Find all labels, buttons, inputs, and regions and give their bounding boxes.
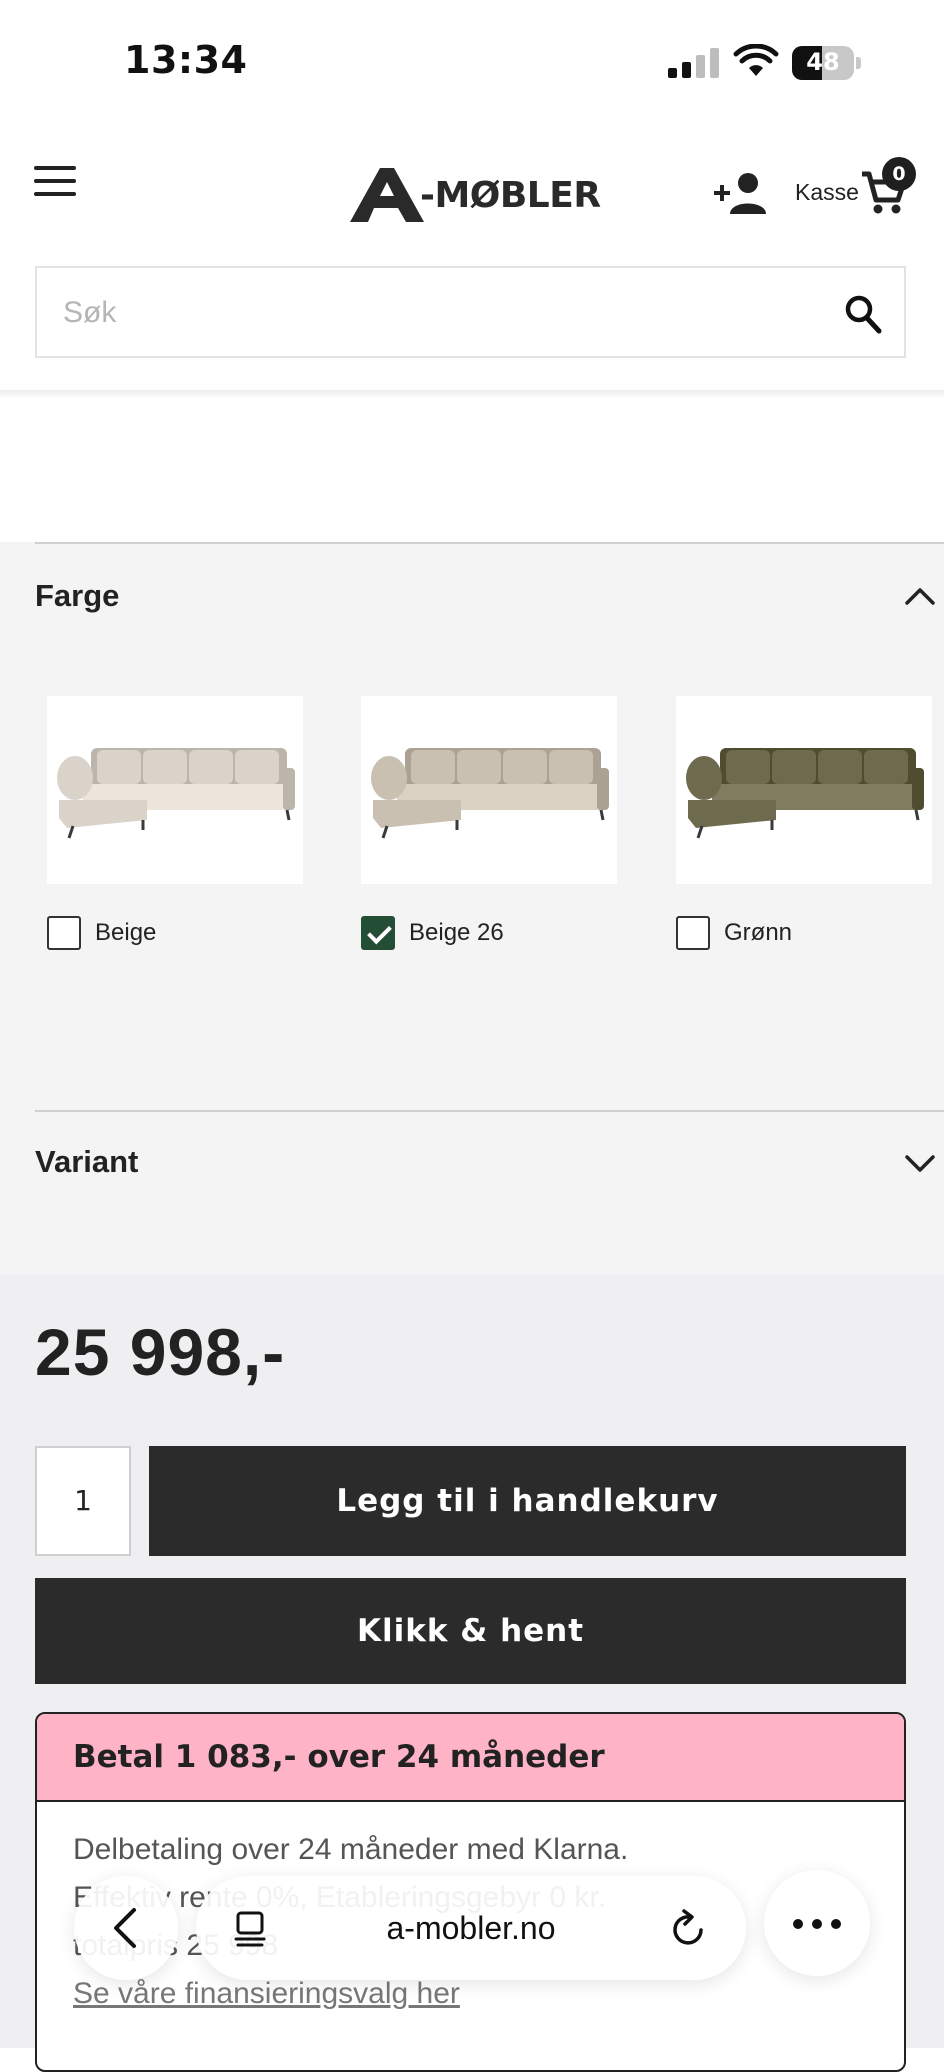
- sofa-leg: [599, 809, 605, 821]
- cellular-signal-icon: [668, 48, 719, 78]
- search-input[interactable]: [61, 288, 825, 338]
- financing-heading: Betal 1 083,- over 24 måneder: [37, 1714, 904, 1802]
- checkbox[interactable]: [361, 916, 395, 950]
- sofa-cushion: [818, 750, 862, 784]
- sofa-cushion: [457, 750, 501, 784]
- sofa-arm: [283, 768, 295, 810]
- checkbox[interactable]: [47, 916, 81, 950]
- sofa-leg: [696, 825, 704, 839]
- battery-percent: 48: [806, 48, 840, 76]
- battery-icon: 48: [792, 46, 862, 80]
- browser-address-bar[interactable]: a-mobler.no: [196, 1876, 746, 1980]
- section-divider: [35, 1110, 944, 1112]
- colour-option-beige-26[interactable]: Beige 26: [361, 916, 504, 950]
- sofa-cushion: [772, 750, 816, 784]
- sofa-cushion: [864, 750, 908, 784]
- sofa-cushion: [143, 750, 187, 784]
- sofa-pillow: [686, 756, 722, 800]
- search-bar: [35, 266, 906, 358]
- browser-url[interactable]: a-mobler.no: [196, 1876, 746, 1980]
- sofa-cushion: [503, 750, 547, 784]
- header-shadow: [0, 390, 944, 398]
- more-dots-icon: [793, 1919, 841, 1929]
- colour-option-beige[interactable]: Beige: [47, 916, 156, 950]
- colour-swatch-gronn[interactable]: [676, 696, 932, 884]
- sofa-arm: [912, 768, 924, 810]
- sofa-cushion: [189, 750, 233, 784]
- sofa-chaise: [59, 800, 147, 828]
- sofa-chaise: [373, 800, 461, 828]
- checkout-link[interactable]: Kasse: [795, 179, 859, 206]
- cart-count-badge: 0: [882, 157, 916, 191]
- browser-back-button[interactable]: [74, 1876, 178, 1980]
- browser-more-button[interactable]: [764, 1870, 870, 1976]
- colour-swatch-beige-26[interactable]: [361, 696, 617, 884]
- sofa-leg: [914, 809, 920, 821]
- checkbox[interactable]: [676, 916, 710, 950]
- sofa-cushion: [549, 750, 593, 784]
- section-divider: [35, 542, 944, 544]
- sofa-leg: [381, 825, 389, 839]
- colour-option-label: Beige 26: [409, 919, 504, 946]
- quantity-input[interactable]: 1: [35, 1446, 131, 1556]
- sofa-cushion: [411, 750, 455, 784]
- variant-title[interactable]: Variant: [35, 1144, 138, 1180]
- search-icon[interactable]: [844, 294, 882, 334]
- status-time: 13:34: [124, 38, 248, 82]
- chevron-down-icon[interactable]: [904, 1154, 936, 1174]
- hamburger-menu-icon[interactable]: [34, 166, 76, 198]
- add-user-icon[interactable]: [712, 170, 768, 216]
- product-price: 25 998,-: [35, 1315, 286, 1389]
- logo-text: -MØBLER: [420, 174, 601, 216]
- wifi-icon: [733, 44, 779, 76]
- colour-swatch-beige[interactable]: [47, 696, 303, 884]
- click-and-collect-button[interactable]: Klikk & hent: [35, 1578, 906, 1684]
- add-to-cart-button[interactable]: Legg til i handlekurv: [149, 1446, 906, 1556]
- sofa-leg: [67, 825, 75, 839]
- colour-option-label: Beige: [95, 919, 157, 946]
- chevron-up-icon[interactable]: [904, 586, 936, 606]
- sofa-cushion: [97, 750, 141, 784]
- colour-option-gronn[interactable]: Grønn: [676, 916, 792, 950]
- reload-icon[interactable]: [668, 1908, 708, 1950]
- colour-filter-title: Farge: [35, 578, 120, 613]
- sofa-pillow: [57, 756, 93, 800]
- financing-text: Delbetaling over 24 måneder med Klarna.: [73, 1833, 629, 1866]
- colour-filter-section: Farge Beige Beige 26 Grønn Variant: [0, 542, 944, 1274]
- colour-option-label: Grønn: [724, 919, 793, 946]
- sofa-chaise: [688, 800, 776, 828]
- sofa-leg: [285, 809, 291, 821]
- chevron-left-icon: [114, 1908, 136, 1948]
- logo-a-mark-icon: [350, 168, 424, 222]
- sofa-cushion: [726, 750, 770, 784]
- site-logo[interactable]: -MØBLER: [350, 168, 601, 222]
- sofa-pillow: [371, 756, 407, 800]
- sofa-cushion: [235, 750, 279, 784]
- sofa-arm: [597, 768, 609, 810]
